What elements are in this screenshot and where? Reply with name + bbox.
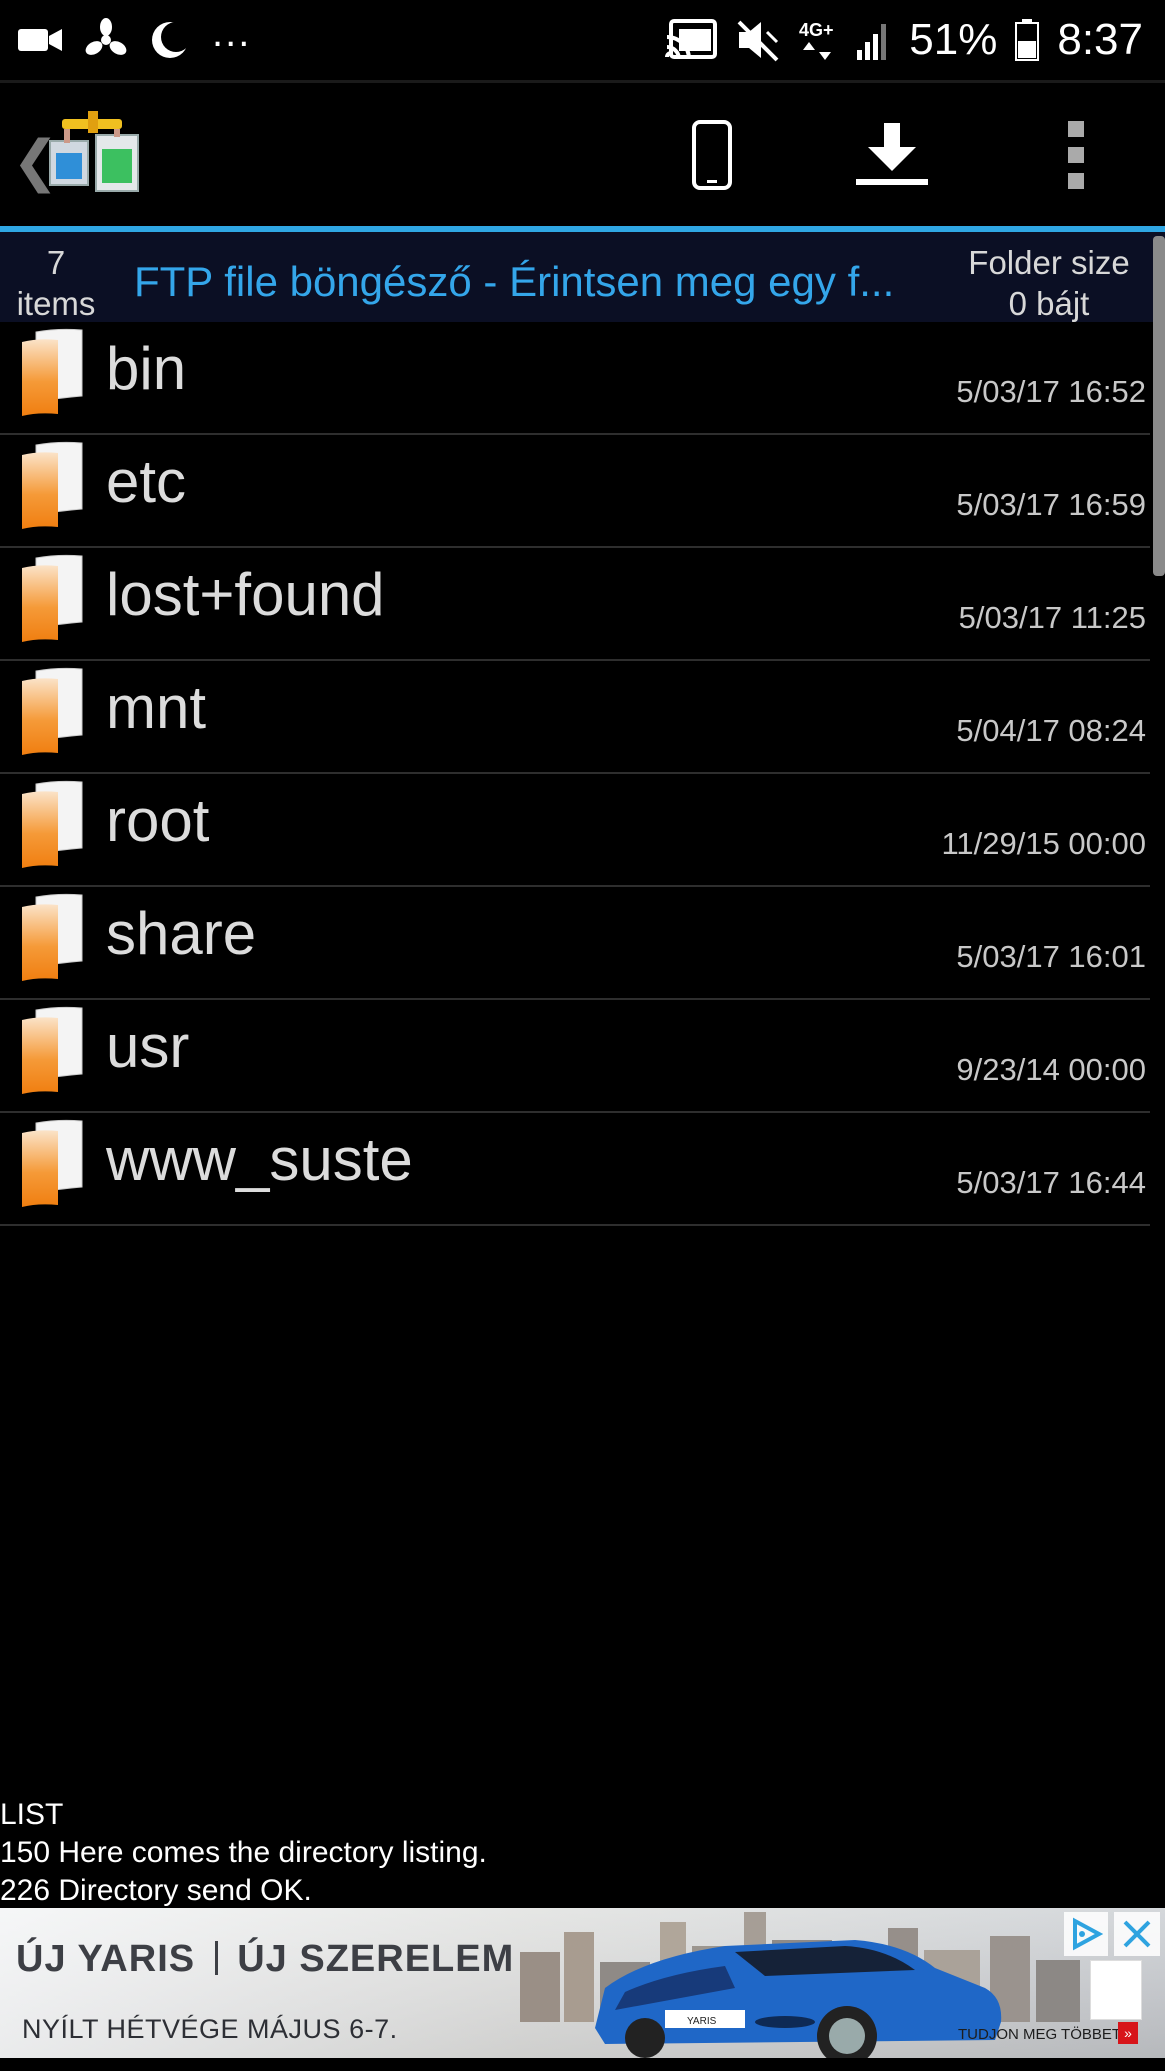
folder-size-value: 0 bájt [1008,285,1090,322]
download-icon [856,123,928,185]
ad-headline-part: ÚJ SZERELEM [237,1938,515,1980]
folder-icon [22,441,83,529]
file-row[interactable]: share 5/03/17 16:01 [0,887,1150,1000]
file-name: lost+found [106,561,385,628]
folder-icon [22,1006,83,1094]
phone-icon [692,120,732,190]
folder-size: Folder size 0 bájt [949,242,1149,324]
file-row[interactable]: root 11/29/15 00:00 [0,774,1150,887]
file-list: bin 5/03/17 16:52 etc 5/03/17 16:59 lost+fou… [0,322,1150,1226]
status-right: 4G+ 51% 8:37 [665,10,1143,70]
file-name: root [106,787,210,854]
ad-headline: ÚJ YARIS ÚJ SZERELEM [16,1938,514,1981]
file-name: mnt [106,674,207,741]
item-count: 7 items [0,242,112,324]
file-row[interactable]: bin 5/03/17 16:52 [0,322,1150,435]
file-row[interactable]: www_suste 5/03/17 16:44 [0,1113,1150,1226]
ad-close-button[interactable] [1114,1912,1160,1956]
file-date: 5/03/17 16:01 [956,939,1146,974]
ad-banner[interactable]: ÚJ YARIS ÚJ SZERELEM NYÍLT HÉTVÉGE MÁJUS… [0,1908,1165,2058]
file-name: usr [106,1013,190,1080]
ad-cta-text[interactable]: TUDJON MEG TÖBBET [958,2026,1121,2043]
scrollbar[interactable] [1153,236,1165,576]
file-row[interactable]: usr 9/23/14 00:00 [0,1000,1150,1113]
file-date: 5/03/17 16:59 [956,487,1146,522]
clock: 8:37 [1057,15,1143,64]
download-button[interactable] [852,115,932,195]
battery-icon [1015,19,1040,61]
more-vert-icon [1068,121,1084,189]
file-name: share [106,900,257,967]
fan-icon [85,18,127,55]
item-count-number: 7 [46,244,66,281]
ad-cta-arrow[interactable]: » [1118,2022,1138,2044]
status-bar: ... 4G+ 51% 8:37 [0,0,1165,80]
adchoices-icon [1073,1917,1103,1951]
file-name: www_suste [106,1126,413,1193]
file-date: 5/03/17 16:44 [956,1165,1146,1200]
ftp-log: LIST 150 Here comes the directory listin… [0,1796,1165,1910]
signal-icon [857,24,887,60]
file-row[interactable]: etc 5/03/17 16:59 [0,435,1150,548]
path-title: FTP file böngésző - Érintsen meg egy f..… [134,258,895,305]
ad-divider [214,1941,218,1975]
folder-icon [22,554,83,642]
folder-icon [22,780,83,868]
file-name: bin [106,335,187,402]
toolbar: ❮ [0,80,1165,229]
folder-icon [22,893,83,981]
folder-icon [22,667,83,755]
folder-size-label: Folder size [968,244,1130,281]
file-date: 5/03/17 11:25 [958,600,1146,635]
overflow-menu-button[interactable] [1036,115,1116,195]
car-plate-text: YARIS [687,2016,717,2027]
folder-icon [22,1119,83,1207]
4g-icon: 4G+ [799,20,834,60]
file-row[interactable]: lost+found 5/03/17 11:25 [0,548,1150,661]
brand-tag [1090,1960,1142,2020]
mute-icon [737,20,779,62]
file-date: 5/03/17 16:52 [956,374,1146,409]
car-image: YARIS [595,1940,1002,2058]
status-left: ... [18,11,252,66]
more-notifications: ... [212,11,252,55]
file-date: 9/23/14 00:00 [956,1052,1146,1087]
log-line: 150 Here comes the directory listing. [0,1836,487,1869]
cast-icon [665,19,718,60]
file-date: 5/04/17 08:24 [956,713,1146,748]
ad-headline-part: ÚJ YARIS [16,1938,196,1980]
folder-icon [22,328,83,416]
close-icon [1123,1920,1151,1948]
battery-percent: 51% [909,15,998,64]
ftp-app-icon[interactable] [44,111,144,201]
svg-text:4G+: 4G+ [799,20,834,40]
ad-choices-button[interactable] [1064,1912,1108,1956]
moon-icon [152,22,190,58]
log-line: LIST [0,1798,64,1831]
info-header: 7 items FTP file böngésző - Érintsen meg… [0,226,1165,322]
file-name: etc [106,448,187,515]
ad-subline: NYÍLT HÉTVÉGE MÁJUS 6-7. [22,2014,398,2044]
item-count-unit: items [16,285,96,322]
video-camera-icon [18,29,62,51]
log-line: 226 Directory send OK. [0,1874,312,1907]
local-files-button[interactable] [672,115,752,195]
file-date: 11/29/15 00:00 [941,826,1146,861]
file-row[interactable]: mnt 5/04/17 08:24 [0,661,1150,774]
